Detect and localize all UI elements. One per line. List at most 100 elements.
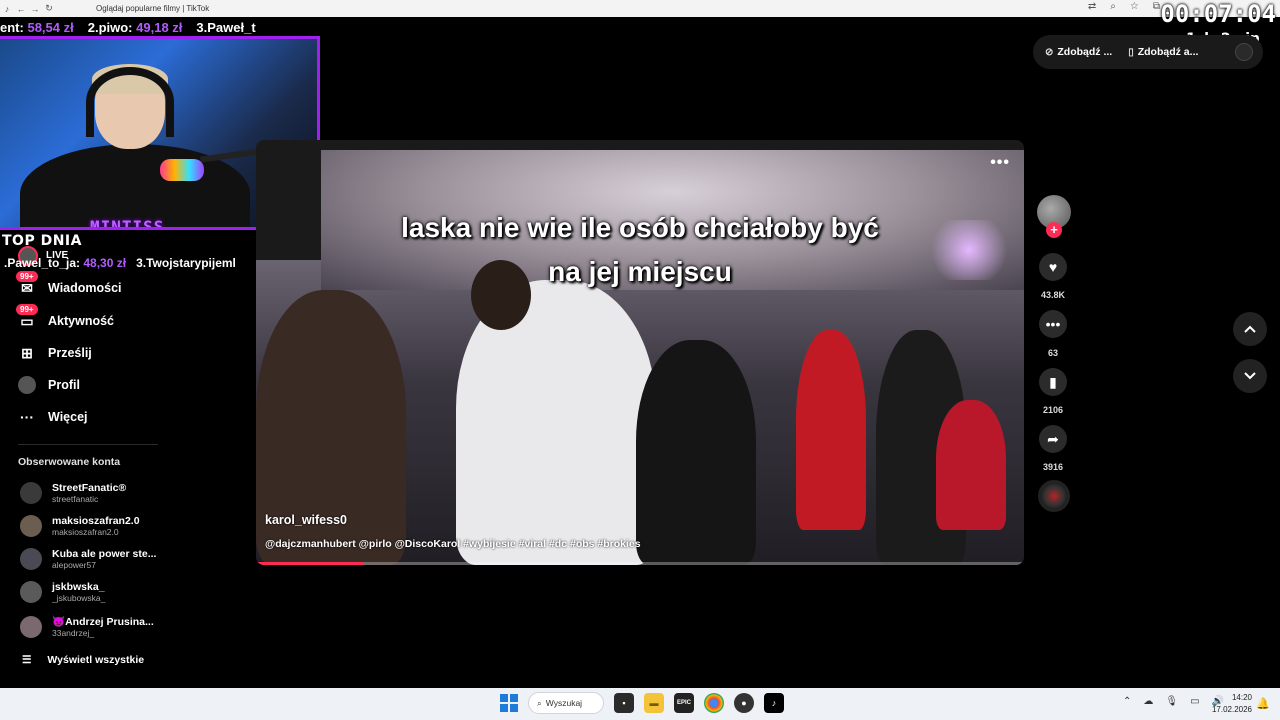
subathon-timer: 00:07:04 [1160, 0, 1276, 28]
followed-account[interactable]: 👿Andrzej Prusina... 33andrzej_ [20, 615, 154, 638]
tiktok-favicon-icon: ♪ [4, 3, 10, 14]
forward-icon[interactable]: → [28, 4, 42, 14]
phone-icon: ▯ [1128, 46, 1134, 58]
crowd-person [636, 340, 756, 565]
comment-button[interactable]: ••• [1039, 310, 1067, 338]
followed-account[interactable]: jskbwska_ _jskubowska_ [20, 581, 105, 603]
sidebar-divider [18, 444, 158, 445]
user-avatar[interactable] [1235, 43, 1253, 61]
windows-start-icon[interactable] [500, 694, 518, 712]
heart-icon: ♥ [1048, 259, 1058, 275]
like-count: 43.8K [1040, 290, 1066, 300]
chevron-up-icon [1244, 325, 1256, 333]
donation-entry: ent: 58,54 zł [0, 19, 74, 35]
browser-right-icons: ⇄ ⌕ ☆ ⧉ [1088, 1, 1160, 12]
button-label: Zdobądź a... [1137, 46, 1199, 58]
save-button[interactable]: ▮ [1039, 368, 1067, 396]
show-all-label: Wyświetl wszystkie [47, 654, 145, 666]
sidebar-item-label: Więcej [48, 410, 88, 424]
inbox-icon: ▭ 99+ [16, 304, 38, 330]
sidebar-item-upload[interactable]: ⊞ Prześlij [18, 341, 92, 365]
followed-accounts-title: Obserwowane konta [18, 456, 121, 468]
sidebar-item-profile[interactable]: Profil [18, 373, 80, 397]
sidebar-item-messages[interactable]: ✉ 99+ Wiadomości [16, 271, 122, 300]
next-video-button[interactable] [1233, 359, 1267, 393]
video-caption: laska nie wie ile osób chciałoby być na … [256, 206, 1024, 294]
profile-icon [18, 376, 36, 394]
zoom-icon[interactable]: ⌕ [1110, 1, 1116, 12]
crowd-person [936, 400, 1006, 530]
search-label: Wyszukaj [545, 698, 583, 708]
reload-icon[interactable]: ↻ [42, 3, 56, 14]
network-icon[interactable]: ▭ [1190, 696, 1199, 707]
share-button[interactable]: ➦ [1039, 425, 1067, 453]
avatar [20, 548, 42, 570]
followed-account[interactable]: Kuba ale power ste... alepower57 [20, 548, 156, 570]
account-name: 👿Andrzej Prusina... [52, 616, 154, 628]
account-handle: _jskubowska_ [52, 593, 106, 603]
video-progress-fill [256, 562, 364, 565]
chrome-icon[interactable] [704, 693, 724, 713]
sidebar-item-more[interactable]: ··· Więcej [18, 405, 88, 429]
share-icon: ➦ [1047, 430, 1059, 447]
avatar [20, 615, 42, 638]
music-disc-icon[interactable] [1038, 480, 1070, 512]
microphone-icon[interactable]: 🎙 [1165, 696, 1178, 707]
top-dnia-entry: .Pawel_to_ja: 48,30 zł [4, 256, 127, 270]
screen: ♪ ← → ↻ Oglądaj popularne filmy | TikTok… [0, 0, 1280, 720]
message-icon: ✉ 99+ [16, 271, 38, 297]
video-description[interactable]: @dajczmanhubert @pirlo @DiscoKarol #wybi… [265, 538, 641, 550]
file-explorer-icon[interactable]: ▬ [644, 693, 664, 713]
more-options-icon[interactable]: ••• [990, 154, 1010, 172]
translate-icon[interactable]: ⇄ [1088, 1, 1096, 12]
tiktok-icon[interactable]: ♪ [764, 693, 784, 713]
top-actions-pill: ⊘ Zdobądź ... ▯ Zdobądź a... [1033, 35, 1263, 69]
avatar [20, 482, 42, 504]
task-view-icon[interactable]: ▪ [614, 693, 634, 713]
obs-icon[interactable]: ● [734, 693, 754, 713]
chevron-up-icon[interactable]: ⌃ [1123, 696, 1131, 707]
like-button[interactable]: ♥ [1039, 253, 1067, 281]
taskbar-search[interactable]: ⌕ Wyszukaj [528, 692, 604, 714]
button-label: Zdobądź ... [1057, 46, 1113, 58]
back-icon[interactable]: ← [14, 4, 28, 14]
sidebar-item-label: Aktywność [48, 314, 114, 328]
notification-bell-icon[interactable]: 🔔 [1256, 697, 1270, 710]
search-icon: ⌕ [537, 697, 542, 708]
account-handle: maksioszafran2.0 [52, 527, 119, 537]
video-player[interactable]: laska nie wie ile osób chciałoby być na … [256, 140, 1024, 565]
previous-video-button[interactable] [1233, 312, 1267, 346]
epic-games-icon[interactable]: EPIC [674, 693, 694, 713]
more-icon: ··· [20, 409, 34, 425]
account-handle: alepower57 [52, 560, 96, 570]
crowd-person [796, 330, 866, 530]
taskbar-clock[interactable]: 14:20 17.02.2026 [1212, 692, 1252, 716]
windows-taskbar: ⌕ Wyszukaj ▪ ▬ EPIC ● ♪ ⌃ ☁ 🎙 ▭ 🔊 14:20 … [0, 688, 1280, 720]
bookmark-icon: ▮ [1049, 373, 1057, 390]
top-dnia-title: TOP DNIA [2, 233, 82, 249]
get-coins-button[interactable]: ⊘ Zdobądź ... [1045, 46, 1112, 58]
notification-badge: 99+ [16, 304, 38, 315]
tab-title[interactable]: Oglądaj popularne filmy | TikTok [96, 4, 209, 13]
share-count: 3916 [1042, 462, 1064, 472]
followed-account[interactable]: StreetFanatic® streetfanatic [20, 482, 126, 504]
star-icon[interactable]: ☆ [1130, 1, 1139, 12]
sidebar-item-label: Wiadomości [48, 281, 122, 295]
avatar [20, 581, 42, 603]
account-handle: streetfanatic [52, 494, 99, 504]
clock-date: 17.02.2026 [1211, 705, 1252, 714]
followed-account[interactable]: maksioszafran2.0 maksioszafran2.0 [20, 515, 140, 537]
video-author[interactable]: karol_wifess0 [265, 513, 347, 527]
show-all-button[interactable]: ☰ Wyświetl wszystkie [22, 654, 144, 666]
follow-plus-icon[interactable]: + [1046, 222, 1062, 238]
cloud-icon[interactable]: ☁ [1143, 696, 1153, 707]
account-name: jskbwska_ [52, 581, 105, 593]
webcam-name-tag: MINTISS [90, 217, 165, 230]
extensions-icon[interactable]: ⧉ [1153, 1, 1160, 12]
sidebar-item-activity[interactable]: ▭ 99+ Aktywność [16, 304, 114, 333]
sidebar-item-label: Prześlij [48, 346, 92, 360]
video-progress-bar[interactable] [256, 562, 1024, 565]
get-app-button[interactable]: ▯ Zdobądź a... [1128, 46, 1198, 58]
system-tray: ⌃ ☁ 🎙 ▭ 🔊 [1123, 696, 1224, 707]
top-dnia-line: .Pawel_to_ja: 48,30 zł 3.Twojstarypijeml [4, 256, 256, 270]
